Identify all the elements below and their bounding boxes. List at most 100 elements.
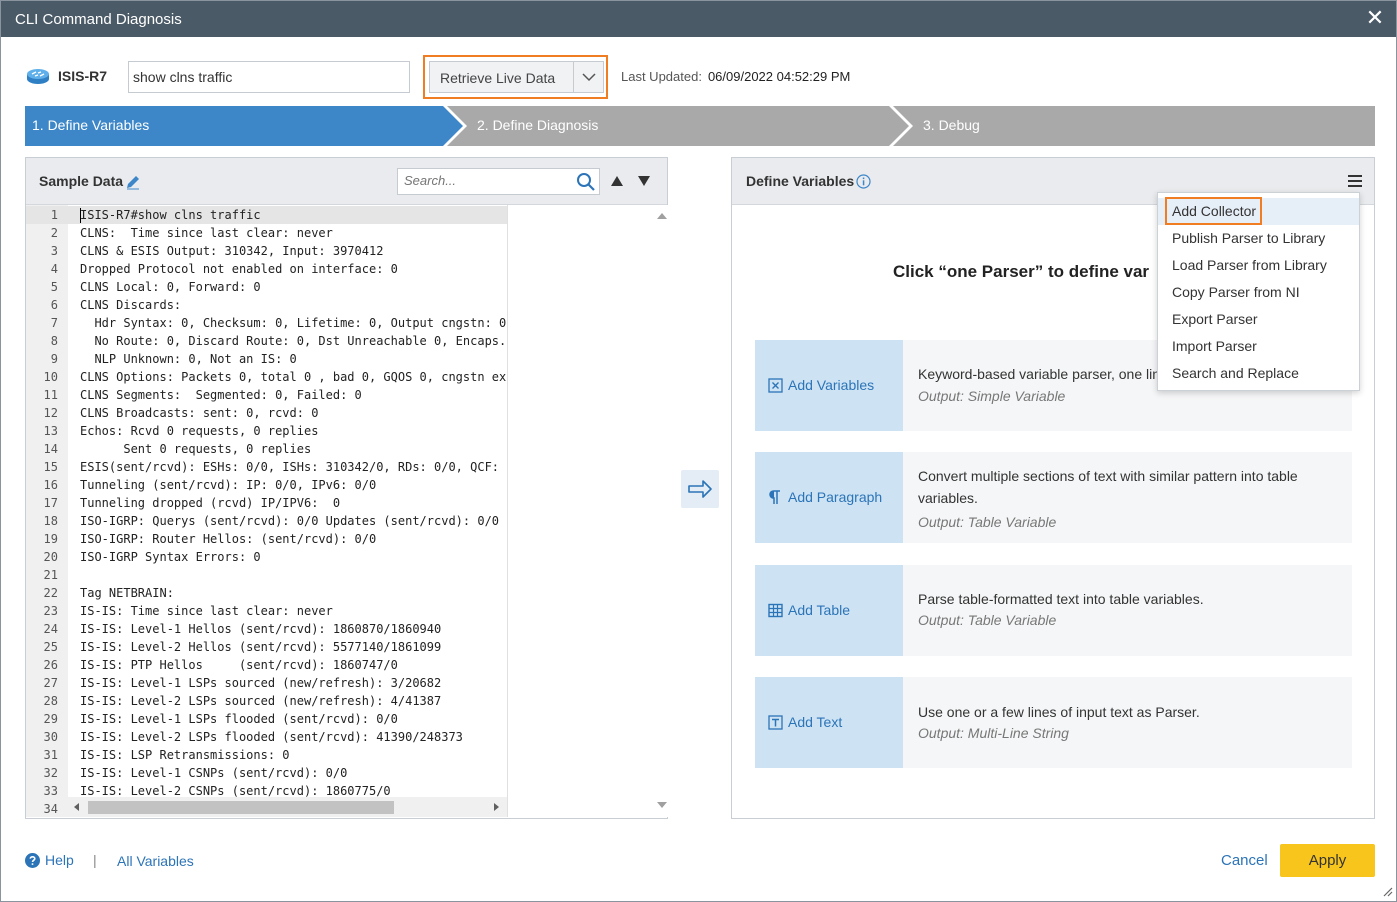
add-text-card: Add Text Use one or a few lines of input… — [755, 677, 1352, 768]
horizontal-scrollbar[interactable] — [68, 797, 507, 817]
line-number: 22 — [43, 586, 58, 600]
add-text-label: Add Text — [788, 714, 843, 730]
code-text: Tag NETBRAIN: — [80, 586, 174, 600]
add-paragraph-output: Output: Table Variable — [918, 514, 1057, 530]
code-line: 11 CLNS Segments: Segmented: 0, Failed: 0 — [26, 386, 507, 404]
scroll-up-icon[interactable] — [657, 213, 667, 219]
sample-search-input[interactable] — [404, 173, 564, 188]
code-text: IS-IS: Level-1 LSPs sourced (new/refresh… — [80, 676, 442, 690]
code-text: CLNS Segments: Segmented: 0, Failed: 0 — [80, 388, 362, 402]
add-text-description: Use one or a few lines of input text as … — [918, 704, 1200, 720]
menu-icon[interactable] — [1348, 175, 1362, 187]
code-text: ISO-IGRP Syntax Errors: 0 — [80, 550, 261, 564]
line-number: 26 — [43, 658, 58, 672]
line-number: 18 — [43, 514, 58, 528]
code-text: IS-IS: Level-2 LSPs sourced (new/refresh… — [80, 694, 442, 708]
transfer-arrow-button[interactable] — [681, 470, 719, 508]
code-line: 24 IS-IS: Level-1 Hellos (sent/rcvd): 186… — [26, 620, 507, 638]
code-line: 8 No Route: 0, Discard Route: 0, Dst Unr… — [26, 332, 507, 350]
line-number: 19 — [43, 532, 58, 546]
add-table-label: Add Table — [788, 602, 851, 618]
apply-button[interactable]: Apply — [1280, 844, 1375, 877]
horizontal-scroll-thumb[interactable] — [88, 801, 394, 814]
code-text: IS-IS: Level-1 CSNPs (sent/rcvd): 0/0 — [80, 766, 348, 780]
step-define-variables[interactable]: 1. Define Variables — [25, 106, 445, 146]
menu-item-export-parser[interactable]: Export Parser — [1158, 306, 1359, 333]
menu-item-publish-parser[interactable]: Publish Parser to Library — [1158, 225, 1359, 252]
line-number: 28 — [43, 694, 58, 708]
close-icon[interactable]: ✕ — [1364, 7, 1386, 29]
scroll-left-icon[interactable] — [74, 803, 79, 811]
line-number: 33 — [43, 784, 58, 798]
add-paragraph-button[interactable]: Add Paragraph — [755, 452, 903, 543]
code-editor[interactable]: 1 ISIS-R7#show clns traffic 2 CLNS: Time si… — [26, 205, 507, 817]
line-number: 31 — [43, 748, 58, 762]
code-line: 13 Echos: Rcvd 0 requests, 0 replies — [26, 422, 507, 440]
sample-search-box — [397, 168, 600, 195]
line-number: 29 — [43, 712, 58, 726]
edit-pencil-icon[interactable] — [125, 174, 141, 190]
code-text: IS-IS: LSP Retransmissions: 0 — [80, 748, 290, 762]
code-line: 23 IS-IS: Time since last clear: never — [26, 602, 507, 620]
menu-item-copy-parser[interactable]: Copy Parser from NI — [1158, 279, 1359, 306]
code-line: 32 IS-IS: Level-1 CSNPs (sent/rcvd): 0/0 — [26, 764, 507, 782]
scroll-right-icon[interactable] — [494, 803, 499, 811]
code-line: 15 ESIS(sent/rcvd): ESHs: 0/0, ISHs: 3103… — [26, 458, 507, 476]
add-paragraph-card: Add Paragraph Convert multiple sections … — [755, 452, 1352, 543]
step-debug[interactable]: 3. Debug — [913, 106, 1373, 146]
code-line: 1 ISIS-R7#show clns traffic — [26, 206, 507, 224]
previous-match-icon[interactable] — [610, 175, 624, 187]
line-number: 8 — [50, 334, 58, 348]
info-icon[interactable] — [856, 174, 871, 189]
code-text: Echos: Rcvd 0 requests, 0 replies — [80, 424, 319, 438]
code-text: CLNS & ESIS Output: 310342, Input: 39704… — [80, 244, 384, 258]
step-define-diagnosis[interactable]: 2. Define Diagnosis — [467, 106, 887, 146]
add-text-output: Output: Multi-Line String — [918, 725, 1069, 741]
chevron-down-icon[interactable] — [580, 68, 598, 86]
add-text-button[interactable]: Add Text — [755, 677, 903, 768]
code-line: 3 CLNS & ESIS Output: 310342, Input: 3970… — [26, 242, 507, 260]
resize-grip-icon[interactable] — [1381, 885, 1393, 897]
add-table-card: Add Table Parse table-formatted text int… — [755, 565, 1352, 656]
add-variables-button[interactable]: Add Variables — [755, 340, 903, 431]
line-number: 20 — [43, 550, 58, 564]
variable-icon — [768, 378, 783, 393]
code-line: 12 CLNS Broadcasts: sent: 0, rcvd: 0 — [26, 404, 507, 422]
cancel-button[interactable]: Cancel — [1221, 852, 1268, 869]
line-number: 16 — [43, 478, 58, 492]
code-line: 22 Tag NETBRAIN: — [26, 584, 507, 602]
line-number: 24 — [43, 622, 58, 636]
line-number: 32 — [43, 766, 58, 780]
next-match-icon[interactable] — [637, 175, 651, 187]
define-variables-title: Define Variables — [746, 173, 855, 189]
command-input[interactable] — [128, 61, 410, 93]
line-number: 14 — [43, 442, 58, 456]
code-text: Dropped Protocol not enabled on interfac… — [80, 262, 398, 276]
line-number: 1 — [50, 208, 58, 222]
code-line: 10 CLNS Options: Packets 0, total 0 , bad… — [26, 368, 507, 386]
sample-data-panel: Sample Data 1 ISIS-R7#show clns traffic 2 C… — [25, 157, 686, 819]
code-line: 4 Dropped Protocol not enabled on interfa… — [26, 260, 507, 278]
line-number: 9 — [50, 352, 58, 366]
menu-item-import-parser[interactable]: Import Parser — [1158, 333, 1359, 360]
vertical-scrollbar[interactable] — [507, 205, 686, 817]
last-updated-value: 06/09/2022 04:52:29 PM — [707, 69, 851, 84]
code-text: Tunneling dropped (rcvd) IP/IPV6: 0 — [80, 496, 341, 510]
add-paragraph-description: Convert multiple sections of text with s… — [918, 468, 1298, 506]
code-line: 17 Tunneling dropped (rcvd) IP/IPV6: 0 — [26, 494, 507, 512]
line-number: 23 — [43, 604, 58, 618]
router-icon — [27, 69, 49, 84]
scroll-down-icon[interactable] — [657, 802, 667, 808]
code-line: 27 IS-IS: Level-1 LSPs sourced (new/refre… — [26, 674, 507, 692]
menu-item-load-parser[interactable]: Load Parser from Library — [1158, 252, 1359, 279]
menu-item-search-replace[interactable]: Search and Replace — [1158, 360, 1359, 387]
retrieve-live-data-button[interactable]: Retrieve Live Data — [429, 61, 604, 93]
code-text: CLNS Options: Packets 0, total 0 , bad 0… — [80, 370, 507, 384]
help-icon — [25, 853, 40, 868]
line-number: 15 — [43, 460, 58, 474]
add-table-button[interactable]: Add Table — [755, 565, 903, 656]
all-variables-link[interactable]: All Variables — [117, 853, 194, 869]
search-icon[interactable] — [576, 172, 596, 192]
wizard-steps: 1. Define Variables 2. Define Diagnosis … — [25, 106, 1375, 146]
code-line: 5 CLNS Local: 0, Forward: 0 — [26, 278, 507, 296]
